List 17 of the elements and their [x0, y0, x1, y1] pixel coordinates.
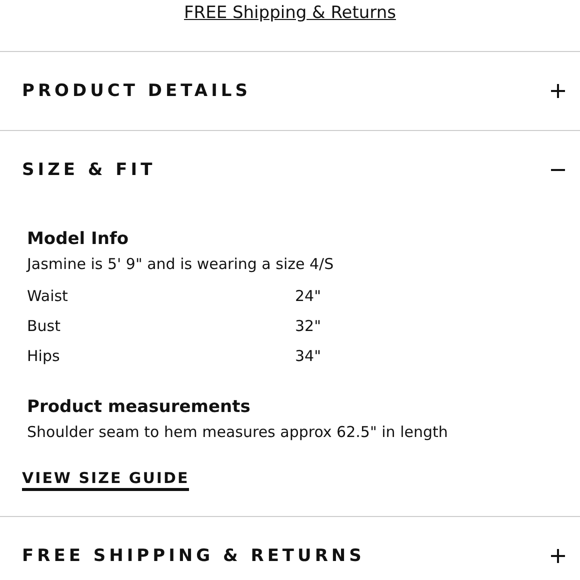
measurement-value: 34"	[295, 347, 321, 365]
measurement-text: Shoulder seam to hem measures approx 62.5" in length	[27, 423, 449, 441]
accordion-header[interactable]: SIZE & FIT	[0, 131, 580, 209]
plus-icon	[551, 84, 565, 98]
measurement-label: Hips	[27, 347, 61, 365]
accordion-header[interactable]: FREE SHIPPING & RETURNS	[0, 517, 580, 580]
measurement-value: 32"	[295, 317, 321, 335]
model-info-text: Jasmine is 5' 9" and is wearing a size 4/S	[27, 255, 335, 273]
accordion-header[interactable]: PRODUCT DETAILS	[0, 52, 580, 130]
measurement-label: Bust	[27, 317, 62, 335]
section-heading: Model Info	[27, 229, 130, 249]
section-heading: Product measurements	[27, 397, 252, 417]
measurement-label: Waist	[27, 287, 69, 305]
shipping-link[interactable]: FREE Shipping & Returns	[184, 3, 396, 23]
plus-icon	[551, 549, 565, 563]
measurement-value: 24"	[295, 287, 321, 305]
size-guide-link[interactable]: VIEW SIZE GUIDE	[22, 469, 190, 491]
